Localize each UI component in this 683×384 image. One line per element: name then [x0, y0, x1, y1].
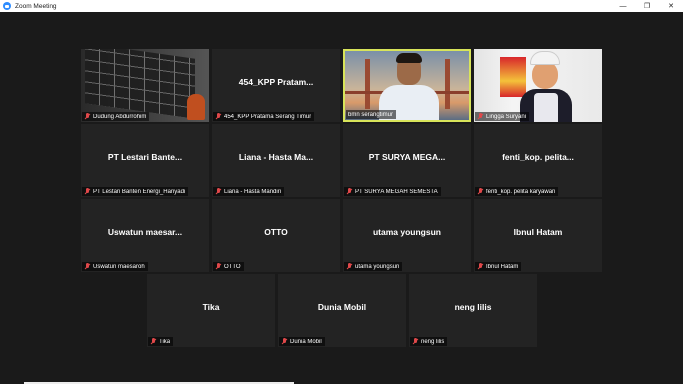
muted-mic-icon [281, 338, 288, 345]
participant-tile[interactable]: Uswatun maesar... Uswatun maesaroh [81, 199, 209, 272]
participant-display-name: Tika [202, 302, 220, 312]
participant-tile[interactable]: Liana - Hasta Ma... Liana - Hasta Mandiri [212, 124, 340, 197]
participant-tile[interactable]: Tika Tika [147, 274, 275, 347]
participant-display-name: fenti_kop. pelita... [502, 152, 574, 162]
participant-display-name: PT SURYA MEGA... [368, 152, 446, 162]
window-titlebar: Zoom Meeting — ❐ ✕ [0, 0, 683, 12]
minimize-button[interactable]: — [611, 0, 635, 12]
participant-name-label: utama youngsun [355, 263, 400, 270]
participant-name-label: Lingga Suryani [486, 113, 527, 120]
participant-name-label: bmn serangtimur [348, 111, 394, 118]
participant-name-tag: Dudung Abdurrohim [82, 112, 150, 121]
participant-name-label: Ibnul Hatam [486, 263, 519, 270]
participant-name-tag: neng lilis [410, 337, 448, 346]
muted-mic-icon [215, 263, 222, 270]
participant-display-name: utama youngsun [372, 227, 441, 237]
participant-display-name: Liana - Hasta Ma... [238, 152, 314, 162]
participant-name-label: neng lilis [421, 338, 445, 345]
participant-display-name: PT Lestari Bante... [107, 152, 183, 162]
muted-mic-icon [477, 113, 484, 120]
participant-name-label: PT SURYA MEGAH SEMESTA [355, 188, 438, 195]
participant-tile[interactable]: bmn serangtimur [343, 49, 471, 122]
participant-name-tag: utama youngsun [344, 262, 403, 271]
participant-name-label: PT Lestari Banten Energi_Hariyadi [93, 188, 186, 195]
participant-tile[interactable]: Lingga Suryani [474, 49, 602, 122]
muted-mic-icon [84, 263, 91, 270]
participant-name-tag: Liana - Hasta Mandiri [213, 187, 285, 196]
muted-mic-icon [346, 188, 353, 195]
participant-name-tag: Tika [148, 337, 174, 346]
muted-mic-icon [477, 188, 484, 195]
participant-name-tag: Uswatun maesaroh [82, 262, 148, 271]
participant-name-label: OTTO [224, 263, 241, 270]
participant-name-label: Dunia Mobil [290, 338, 322, 345]
participant-name-tag: PT SURYA MEGAH SEMESTA [344, 187, 441, 196]
participant-tile[interactable]: Dunia Mobil Dunia Mobil [278, 274, 406, 347]
participant-name-tag: bmn serangtimur [346, 110, 397, 119]
muted-mic-icon [84, 188, 91, 195]
muted-mic-icon [477, 263, 484, 270]
participant-name-label: Liana - Hasta Mandiri [224, 188, 282, 195]
participant-display-name: neng lilis [454, 302, 492, 312]
participant-name-tag: OTTO [213, 262, 244, 271]
participant-display-name: Dunia Mobil [317, 302, 367, 312]
close-button[interactable]: ✕ [659, 0, 683, 12]
participant-name-tag: Dunia Mobil [279, 337, 325, 346]
participant-name-label: fenti_kop. pelita karyawan [486, 188, 556, 195]
muted-mic-icon [84, 113, 91, 120]
participant-name-tag: PT Lestari Banten Energi_Hariyadi [82, 187, 189, 196]
participant-display-name: OTTO [264, 227, 288, 237]
window-title: Zoom Meeting [15, 2, 57, 10]
muted-mic-icon [412, 338, 419, 345]
muted-mic-icon [346, 263, 353, 270]
participant-name-tag: fenti_kop. pelita karyawan [475, 187, 559, 196]
zoom-app-icon [3, 2, 11, 10]
participant-tile[interactable]: PT Lestari Bante... PT Lestari Banten Ene… [81, 124, 209, 197]
muted-mic-icon [150, 338, 157, 345]
participant-tile[interactable]: Ibnul Hatam Ibnul Hatam [474, 199, 602, 272]
participant-name-label: Uswatun maesaroh [93, 263, 145, 270]
gallery-view: Dudung Abdurrohim 454_KPP Pratam... 454_KP… [0, 12, 683, 384]
participant-name-tag: Ibnul Hatam [475, 262, 522, 271]
participant-tile[interactable]: 454_KPP Pratam... 454_KPP Pratama Serang … [212, 49, 340, 122]
participant-tile[interactable]: PT SURYA MEGA... PT SURYA MEGAH SEMESTA [343, 124, 471, 197]
participant-name-label: Tika [159, 338, 171, 345]
window-controls: — ❐ ✕ [611, 0, 683, 12]
participant-name-label: Dudung Abdurrohim [93, 113, 147, 120]
participant-tile[interactable]: Dudung Abdurrohim [81, 49, 209, 122]
participant-tile[interactable]: OTTO OTTO [212, 199, 340, 272]
participant-tile[interactable]: utama youngsun utama youngsun [343, 199, 471, 272]
participant-display-name: 454_KPP Pratam... [238, 77, 314, 87]
participant-display-name: Ibnul Hatam [513, 227, 563, 237]
participant-name-tag: 454_KPP Pratama Serang Timur [213, 112, 315, 121]
participant-display-name: Uswatun maesar... [107, 227, 183, 237]
participant-tile[interactable]: fenti_kop. pelita... fenti_kop. pelita ka… [474, 124, 602, 197]
participant-name-label: 454_KPP Pratama Serang Timur [224, 113, 312, 120]
participant-tile[interactable]: neng lilis neng lilis [409, 274, 537, 347]
maximize-button[interactable]: ❐ [635, 0, 659, 12]
participant-name-tag: Lingga Suryani [475, 112, 530, 121]
muted-mic-icon [215, 188, 222, 195]
muted-mic-icon [215, 113, 222, 120]
